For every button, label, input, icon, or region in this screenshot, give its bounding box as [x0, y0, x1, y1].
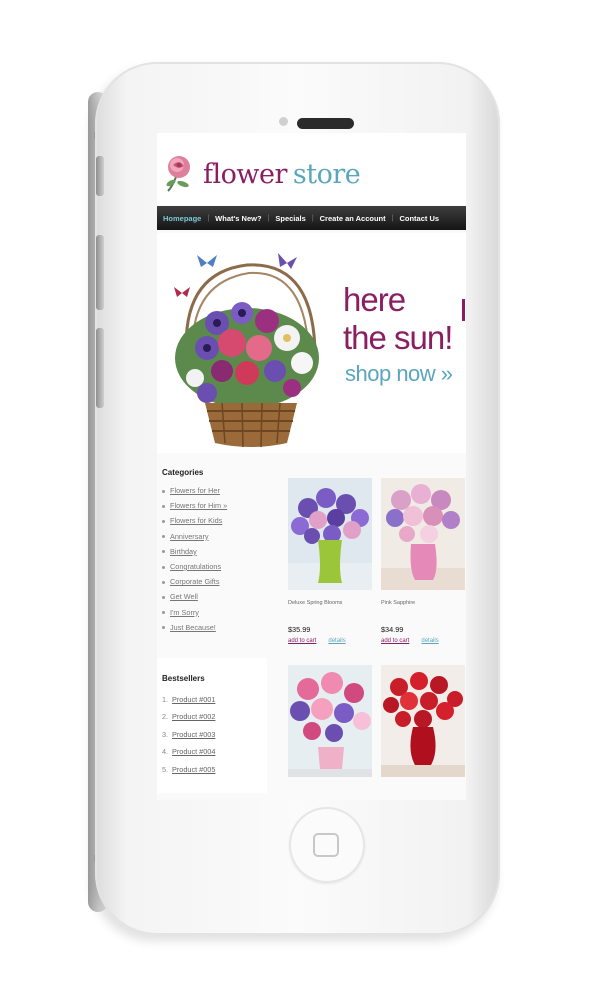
bestseller-number: 5.	[162, 764, 169, 774]
category-label: Anniversary	[170, 531, 209, 541]
category-item[interactable]: I'm Sorry	[162, 605, 269, 620]
bullet-icon	[162, 626, 165, 630]
bestseller-link[interactable]: Product #003	[172, 730, 215, 739]
nav-specials[interactable]: Specials	[269, 214, 311, 223]
product-image[interactable]	[381, 478, 465, 590]
bestseller-item[interactable]: 5. Product #005	[162, 761, 267, 778]
category-label: I'm Sorry	[170, 607, 199, 617]
bestseller-item[interactable]: 3. Product #003	[162, 726, 267, 743]
phone-screen: flower store Homepage | What's New? | Spe…	[157, 133, 466, 800]
bestseller-item[interactable]: 2. Product #002	[162, 708, 267, 725]
category-item[interactable]: Get Well	[162, 589, 269, 604]
bestsellers-list: 1. Product #001 2. Product #002 3. Product …	[157, 691, 267, 778]
logo-word-flower: flower	[203, 159, 287, 190]
bestseller-link[interactable]: Product #005	[172, 765, 215, 774]
banner-shop-now-link[interactable]: shop now »	[345, 361, 453, 387]
category-item[interactable]: Birthday	[162, 544, 269, 559]
volume-down-button[interactable]	[96, 328, 104, 408]
bestseller-number: 3.	[162, 729, 169, 739]
bullet-icon	[162, 489, 165, 493]
category-item[interactable]: Flowers for Her	[162, 483, 269, 498]
volume-up-button[interactable]	[96, 235, 104, 310]
add-to-cart-link[interactable]: add to cart	[381, 638, 409, 644]
category-item[interactable]: Anniversary	[162, 529, 269, 544]
product-image[interactable]	[288, 478, 372, 590]
details-link[interactable]: details	[328, 638, 345, 644]
nav-contact-us[interactable]: Contact Us	[393, 214, 445, 223]
site-logo[interactable]: flower store	[203, 159, 361, 190]
category-label: Flowers for Her	[170, 486, 220, 495]
main-navigation: Homepage | What's New? | Specials | Crea…	[157, 206, 466, 230]
bestsellers-heading: Bestsellers	[162, 674, 205, 683]
bullet-icon	[162, 550, 165, 554]
bestseller-number: 2.	[162, 712, 169, 722]
product-actions: add to cart details	[288, 638, 372, 644]
category-item[interactable]: Corporate Gifts	[162, 574, 269, 589]
speaker-grille	[297, 118, 354, 129]
categories-sidebar: Categories Flowers for Her Flowers for H…	[157, 468, 269, 635]
bestseller-link[interactable]: Product #001	[172, 695, 215, 704]
category-label: Birthday	[170, 546, 197, 556]
category-label: Flowers for Kids	[170, 516, 223, 526]
banner-headline-1: here	[343, 281, 406, 318]
category-item[interactable]: Flowers for Him »	[162, 498, 269, 513]
nav-homepage[interactable]: Homepage	[157, 214, 207, 223]
bestsellers-box: Bestsellers 1. Product #001 2. Product #00…	[157, 658, 267, 793]
details-link[interactable]: details	[421, 638, 438, 644]
site-header: flower store	[157, 133, 466, 205]
bullet-icon	[162, 519, 165, 523]
pink-sapphire-image	[381, 484, 465, 590]
bullet-icon	[162, 535, 165, 539]
purple-tulips-image	[288, 488, 372, 590]
product-name[interactable]: Pink Sapphire	[381, 600, 465, 612]
categories-heading: Categories	[162, 468, 204, 477]
product-price: $35.99	[288, 625, 311, 634]
camera-icon	[279, 117, 288, 126]
product-image[interactable]	[288, 665, 372, 777]
category-item[interactable]: Flowers for Kids	[162, 513, 269, 528]
bestseller-item[interactable]: 1. Product #001	[162, 691, 267, 708]
logo-word-store: store	[292, 159, 361, 190]
product-price: $34.99	[381, 625, 404, 634]
product-image[interactable]	[381, 665, 465, 777]
product-card: Pink Sapphire $34.99 add to cart details	[381, 478, 465, 644]
bullet-icon	[162, 504, 165, 508]
banner-edge-mark	[462, 299, 465, 321]
add-to-cart-link[interactable]: add to cart	[288, 638, 316, 644]
bullet-icon	[162, 565, 165, 569]
nav-create-account[interactable]: Create an Account	[314, 214, 392, 223]
product-card: Deluxe Spring Blooms $35.99 add to cart d…	[288, 478, 372, 644]
product-card	[288, 665, 372, 777]
category-label: Corporate Gifts	[170, 577, 220, 587]
promo-banner[interactable]: here the sun! shop now »	[157, 233, 466, 453]
category-item[interactable]: Congratulations	[162, 559, 269, 574]
product-card	[381, 665, 465, 777]
red-roses-image	[381, 672, 465, 777]
home-button[interactable]	[289, 807, 365, 883]
category-item[interactable]: Just Because!	[162, 620, 269, 635]
category-label: Get Well	[170, 592, 198, 602]
bestseller-number: 4.	[162, 747, 169, 757]
bestseller-number: 1.	[162, 695, 169, 704]
bullet-icon	[162, 611, 165, 615]
flower-basket-image	[174, 253, 319, 448]
category-label: Flowers for Him »	[170, 501, 228, 511]
home-button-icon	[313, 833, 339, 857]
product-actions: add to cart details	[381, 638, 465, 644]
bestseller-link[interactable]: Product #004	[172, 747, 215, 756]
categories-list: Flowers for Her Flowers for Him » Flower…	[157, 483, 269, 635]
product-name[interactable]: Deluxe Spring Blooms	[288, 600, 372, 612]
nav-whats-new[interactable]: What's New?	[209, 214, 267, 223]
rose-logo-icon	[166, 156, 190, 192]
bestseller-item[interactable]: 4. Product #004	[162, 743, 267, 760]
category-label: Congratulations	[170, 561, 222, 571]
silent-switch[interactable]	[96, 156, 104, 196]
category-label: Just Because!	[170, 622, 216, 632]
bullet-icon	[162, 595, 165, 599]
banner-headline-2: the sun!	[343, 319, 453, 356]
bullet-icon	[162, 580, 165, 584]
lilies-bouquet-image	[288, 672, 372, 777]
bestseller-link[interactable]: Product #002	[172, 712, 215, 721]
